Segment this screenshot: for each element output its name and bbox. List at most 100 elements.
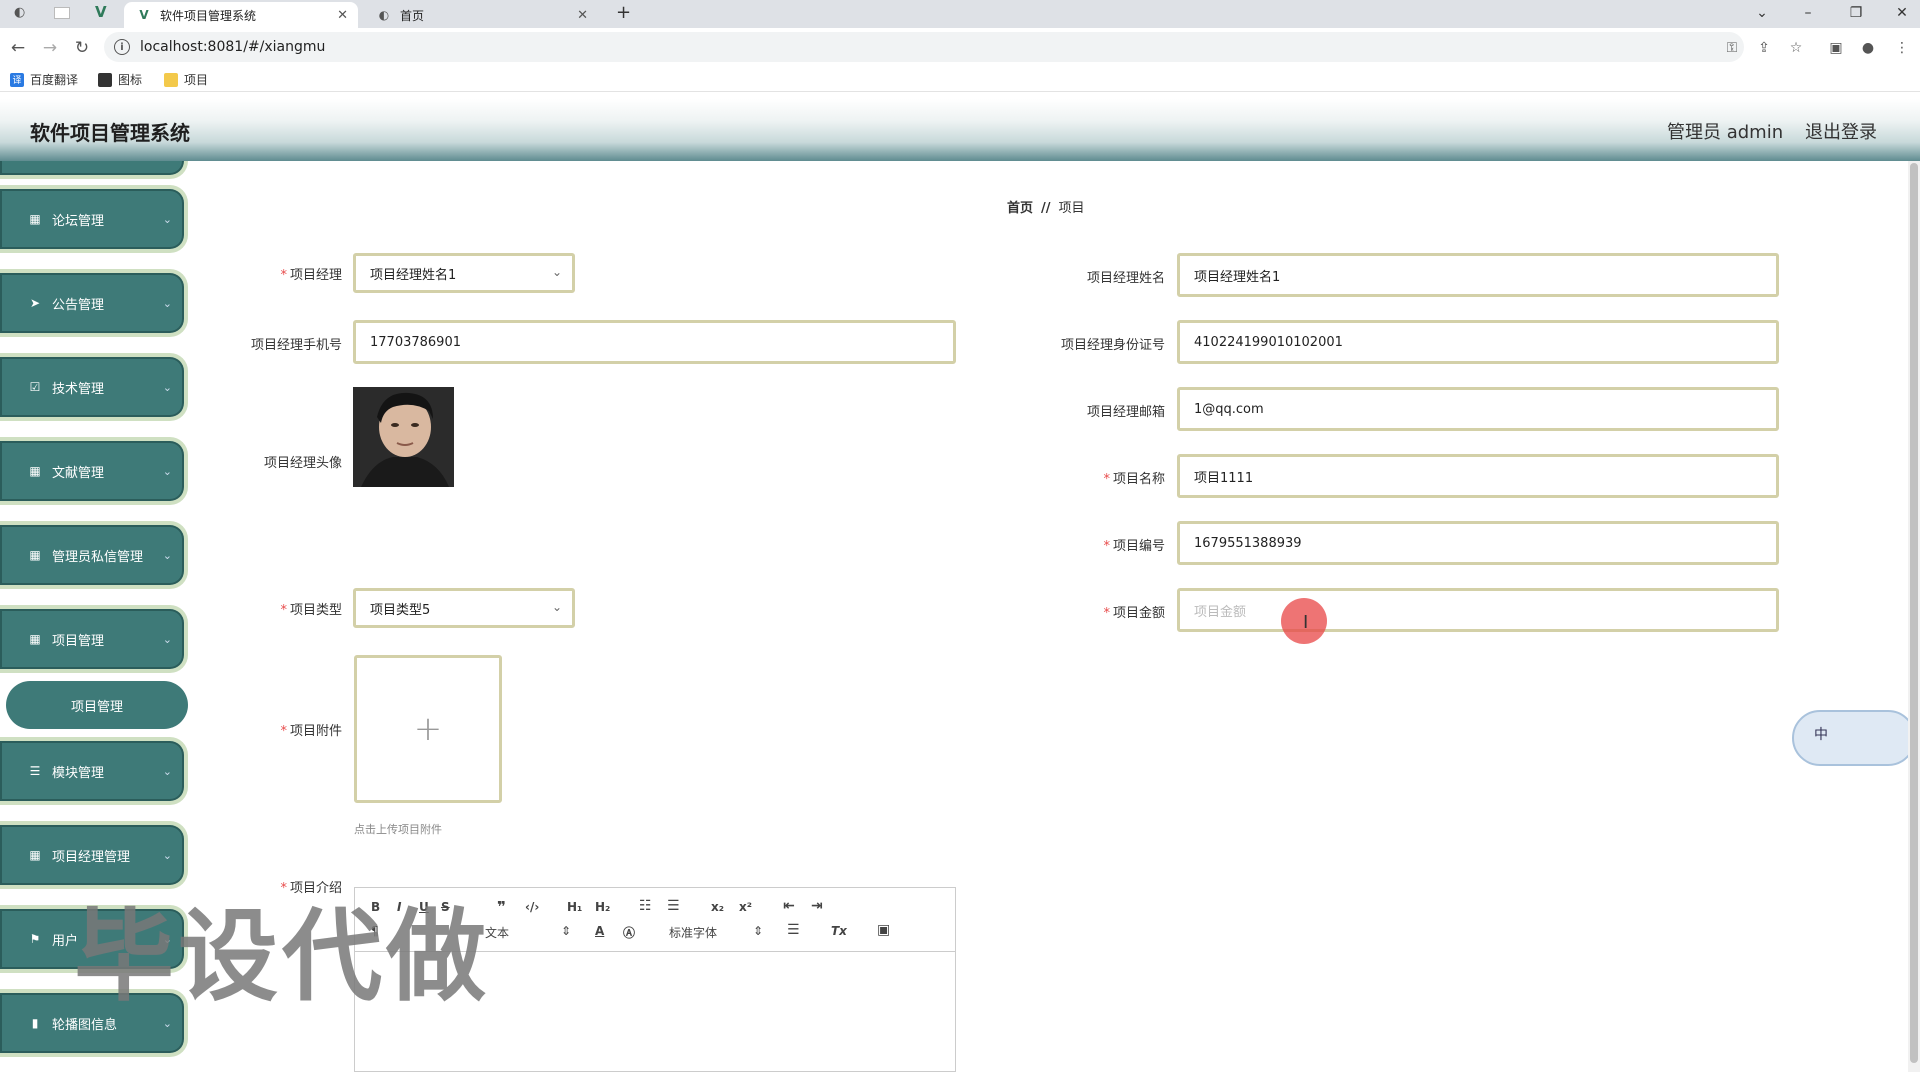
- folder-icon: [164, 72, 178, 87]
- sidebar-item-forum[interactable]: ▦ 论坛管理 ⌄: [0, 185, 188, 253]
- sidebar-item-modules[interactable]: ☰ 模块管理 ⌄: [0, 737, 188, 805]
- bullet-list-icon[interactable]: ☰: [667, 898, 680, 914]
- email-field[interactable]: 1@qq.com: [1177, 387, 1779, 431]
- profile-icon[interactable]: ●: [1858, 38, 1878, 58]
- id-number-label: 项目经理身份证号: [1060, 338, 1165, 353]
- project-name-label: * 项目名称: [1103, 472, 1165, 487]
- grid-icon: ▦: [29, 632, 41, 646]
- project-amount-field[interactable]: 项目金额: [1177, 588, 1779, 632]
- address-bar[interactable]: i localhost:8081/#/xiangmu: [104, 32, 1744, 62]
- id-number-field[interactable]: 410224199010102001: [1177, 320, 1779, 364]
- breadcrumb-separator: //: [1041, 201, 1051, 216]
- close-icon[interactable]: ✕: [577, 8, 588, 23]
- translate-icon: 译: [10, 72, 24, 87]
- manager-name-field[interactable]: 项目经理姓名1: [1177, 253, 1779, 297]
- menu-icon[interactable]: ⋮: [1892, 38, 1912, 58]
- manager-select[interactable]: 项目经理姓名1 ⌄: [353, 253, 575, 293]
- reload-icon[interactable]: ↻: [70, 36, 94, 60]
- avatar[interactable]: [353, 387, 454, 487]
- font-color-icon[interactable]: A: [595, 924, 604, 938]
- phone-label: 项目经理手机号: [250, 338, 342, 353]
- bookmark-icons[interactable]: 图标: [98, 71, 142, 88]
- attachment-upload[interactable]: +: [354, 655, 502, 803]
- minimize-icon[interactable]: –: [1788, 2, 1828, 24]
- ime-widget[interactable]: 中: [1792, 710, 1916, 766]
- indent-icon[interactable]: ⇥: [811, 898, 823, 914]
- chevron-down-icon: ⌄: [162, 548, 172, 562]
- text-cursor-icon: I: [1303, 612, 1309, 633]
- tab-list-icon[interactable]: ⌄: [1742, 2, 1782, 24]
- tab-search-icon[interactable]: ◐: [14, 5, 25, 20]
- quote-icon[interactable]: ❞: [497, 898, 506, 916]
- key-icon[interactable]: ⚿: [1722, 38, 1742, 58]
- page-scrollbar[interactable]: [1908, 161, 1920, 1072]
- sidebar-item-notice[interactable]: ➤ 公告管理 ⌄: [0, 269, 188, 337]
- logout-link[interactable]: 退出登录: [1805, 118, 1877, 144]
- sidebar-item-admin-messages[interactable]: ▦ 管理员私信管理 ⌄: [0, 521, 188, 589]
- project-name-field[interactable]: 项目1111: [1177, 454, 1779, 498]
- browser-tab-strip: ◐ V V 软件项目管理系统 ✕ ◐ 首页 ✕ + ⌄ – ❐ ✕: [0, 0, 1920, 28]
- clear-format-icon[interactable]: Tx: [831, 924, 847, 938]
- project-number-label: * 项目编号: [1103, 539, 1165, 554]
- chevron-down-icon: ⌄: [162, 848, 172, 862]
- manager-name-label: 项目经理姓名: [1086, 271, 1165, 286]
- sidebar-subitem-projects[interactable]: 项目管理: [6, 681, 188, 729]
- share-icon[interactable]: ⇪: [1754, 38, 1774, 58]
- type-select[interactable]: 项目类型5 ⌄: [353, 588, 575, 628]
- superscript-icon[interactable]: x²: [739, 900, 752, 914]
- grid-icon: ▦: [29, 212, 41, 226]
- sidepanel-icon[interactable]: ▣: [1826, 38, 1846, 58]
- attachment-label: * 项目附件: [280, 724, 342, 739]
- tab-label: 软件项目管理系统: [160, 8, 257, 23]
- ordered-list-icon[interactable]: ☷: [639, 898, 652, 914]
- site-info-icon[interactable]: i: [114, 39, 130, 55]
- sidebar-item-projects[interactable]: ▦ 项目管理 ⌄: [0, 605, 188, 673]
- attachment-hint: 点击上传项目附件: [354, 823, 442, 836]
- check-square-icon: ☑: [29, 380, 41, 394]
- h1-icon[interactable]: H₁: [567, 900, 582, 914]
- restore-icon[interactable]: ❐: [1836, 2, 1876, 24]
- bookmark-translate[interactable]: 译 百度翻译: [10, 71, 78, 88]
- back-icon[interactable]: ←: [6, 36, 30, 60]
- manager-label: * 项目经理: [280, 268, 342, 283]
- grid-icon: ▦: [29, 848, 41, 862]
- flag-icon: ⚑: [29, 932, 41, 946]
- format-select[interactable]: 文本 ⇕: [485, 924, 571, 941]
- pinned-tab-icon[interactable]: [54, 7, 70, 19]
- folder-icon: [98, 72, 112, 87]
- sidebar-item-docs[interactable]: ▦ 文献管理 ⌄: [0, 437, 188, 505]
- ime-mode-label: 中: [1814, 727, 1828, 743]
- image-insert-icon[interactable]: ▣: [877, 922, 890, 938]
- background-color-icon[interactable]: Ⓐ: [623, 924, 635, 941]
- project-amount-label: * 项目金额: [1103, 606, 1165, 621]
- code-icon[interactable]: ‹/›: [525, 900, 539, 914]
- bookmark-project[interactable]: 项目: [164, 71, 208, 88]
- chevron-down-icon: ⌄: [551, 265, 562, 279]
- tab-home[interactable]: ◐ 首页 ✕: [364, 2, 598, 28]
- sidebar-item-top-partial[interactable]: [0, 161, 188, 179]
- forward-icon[interactable]: →: [38, 36, 62, 60]
- align-icon[interactable]: ☰: [787, 922, 800, 938]
- vue-tab-icon[interactable]: V: [95, 3, 107, 21]
- font-select[interactable]: 标准字体 ⇕: [669, 924, 763, 941]
- app-header: 软件项目管理系统 管理员 admin 退出登录: [0, 99, 1920, 161]
- new-tab-button[interactable]: +: [616, 2, 631, 23]
- window-close-icon[interactable]: ✕: [1882, 2, 1920, 24]
- breadcrumb: 首页 // 项目: [1007, 197, 1085, 216]
- project-number-field[interactable]: 1679551388939: [1177, 521, 1779, 565]
- subscript-icon[interactable]: x₂: [711, 900, 724, 914]
- scrollbar-thumb[interactable]: [1910, 163, 1918, 1063]
- tab-active[interactable]: V 软件项目管理系统 ✕: [124, 2, 358, 28]
- watermark: 毕设代做: [74, 898, 490, 1015]
- star-icon[interactable]: ☆: [1786, 38, 1806, 58]
- sidebar-item-tech[interactable]: ☑ 技术管理 ⌄: [0, 353, 188, 421]
- breadcrumb-home[interactable]: 首页: [1007, 201, 1033, 216]
- h2-icon[interactable]: H₂: [595, 900, 610, 914]
- close-icon[interactable]: ✕: [337, 8, 348, 23]
- plus-icon: +: [413, 709, 443, 749]
- outdent-icon[interactable]: ⇤: [783, 898, 795, 914]
- phone-field[interactable]: 17703786901: [353, 320, 956, 364]
- browser-toolbar: ← → ↻ i localhost:8081/#/xiangmu ⚿ ⇪ ☆ ▣…: [0, 28, 1920, 68]
- grid-icon: ▦: [29, 548, 41, 562]
- chevron-down-icon: ⌄: [162, 764, 172, 778]
